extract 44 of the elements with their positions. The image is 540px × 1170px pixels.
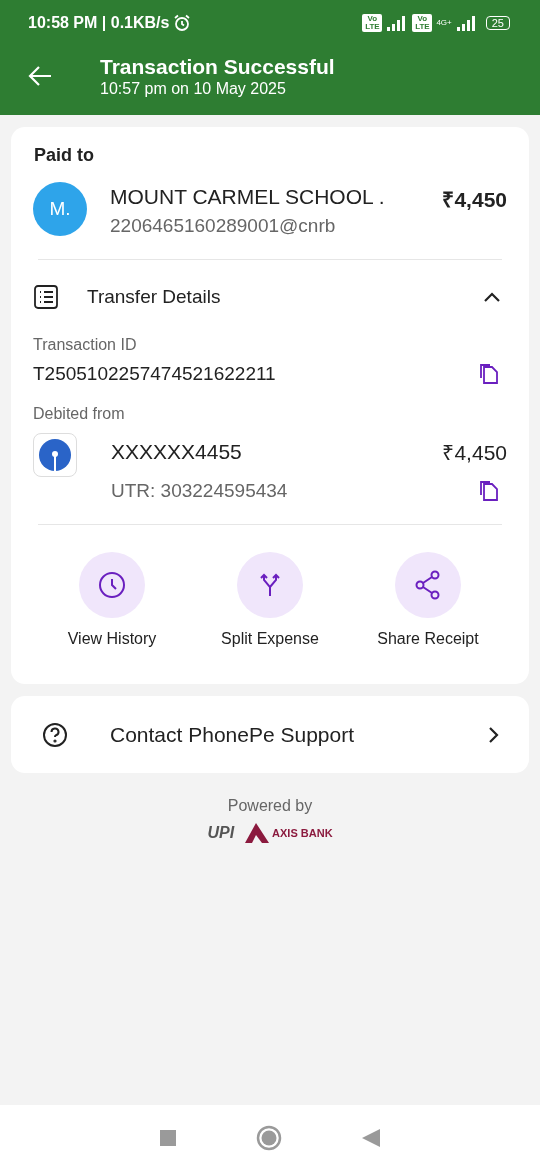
utr-number: UTR: 303224595434 xyxy=(111,480,288,502)
upi-logo: UPI xyxy=(207,824,235,842)
share-icon xyxy=(414,570,442,600)
page-title: Transaction Successful xyxy=(100,54,335,79)
back-arrow-icon[interactable] xyxy=(27,64,53,88)
back-button[interactable] xyxy=(360,1127,381,1148)
payee-upi-id: 2206465160289001@cnrb xyxy=(110,215,337,237)
transaction-id-label: Transaction ID xyxy=(33,336,138,354)
transaction-id: T2505102257474521622211 xyxy=(33,363,276,385)
transfer-details-title[interactable]: Transfer Details xyxy=(87,286,483,308)
copy-icon[interactable] xyxy=(479,480,499,502)
payment-amount: ₹4,450 xyxy=(442,187,507,213)
paid-to-heading: Paid to xyxy=(34,145,95,166)
account-number: XXXXXX4455 xyxy=(111,440,242,464)
action-button[interactable]: View History xyxy=(37,552,187,648)
support-label: Contact PhonePe Support xyxy=(110,722,355,747)
help-icon xyxy=(42,721,68,748)
list-icon xyxy=(33,284,59,310)
split-arrows-icon xyxy=(258,572,282,598)
support-row[interactable]: Contact PhonePe Support xyxy=(11,696,529,773)
volte-badge: Vo LTE xyxy=(362,13,383,32)
payee-name: MOUNT CARMEL SCHOOL . xyxy=(110,185,386,209)
home-button[interactable] xyxy=(256,1124,282,1151)
bank-logo-text: AXIS BANK xyxy=(272,827,333,839)
chevron-icon[interactable] xyxy=(483,291,501,303)
payee-avatar: M. xyxy=(33,182,87,236)
transaction-time: 10:57 pm on 10 May 2025 xyxy=(100,79,287,98)
action-button[interactable]: Share Receipt xyxy=(353,552,503,648)
signal-icon xyxy=(455,14,478,31)
network-label: 4G+ xyxy=(436,18,452,27)
chevron-right-icon xyxy=(487,725,499,744)
debit-amount: ₹4,450 xyxy=(442,440,507,466)
action-button[interactable]: Split Expense xyxy=(195,552,345,648)
clock-icon xyxy=(97,570,127,600)
volte-badge: Vo LTE xyxy=(412,13,433,32)
status-time: 10:58 PM | 0.1KB/s xyxy=(28,13,170,32)
triangle-logo-icon xyxy=(245,823,270,843)
bank-logo xyxy=(33,433,77,477)
debited-from-label: Debited from xyxy=(33,405,126,423)
copy-icon[interactable] xyxy=(479,363,499,385)
powered-by-label: Powered by xyxy=(227,797,313,815)
battery-indicator: 25 xyxy=(485,15,510,30)
alarm-icon xyxy=(173,13,192,32)
recents-button[interactable] xyxy=(159,1128,178,1147)
